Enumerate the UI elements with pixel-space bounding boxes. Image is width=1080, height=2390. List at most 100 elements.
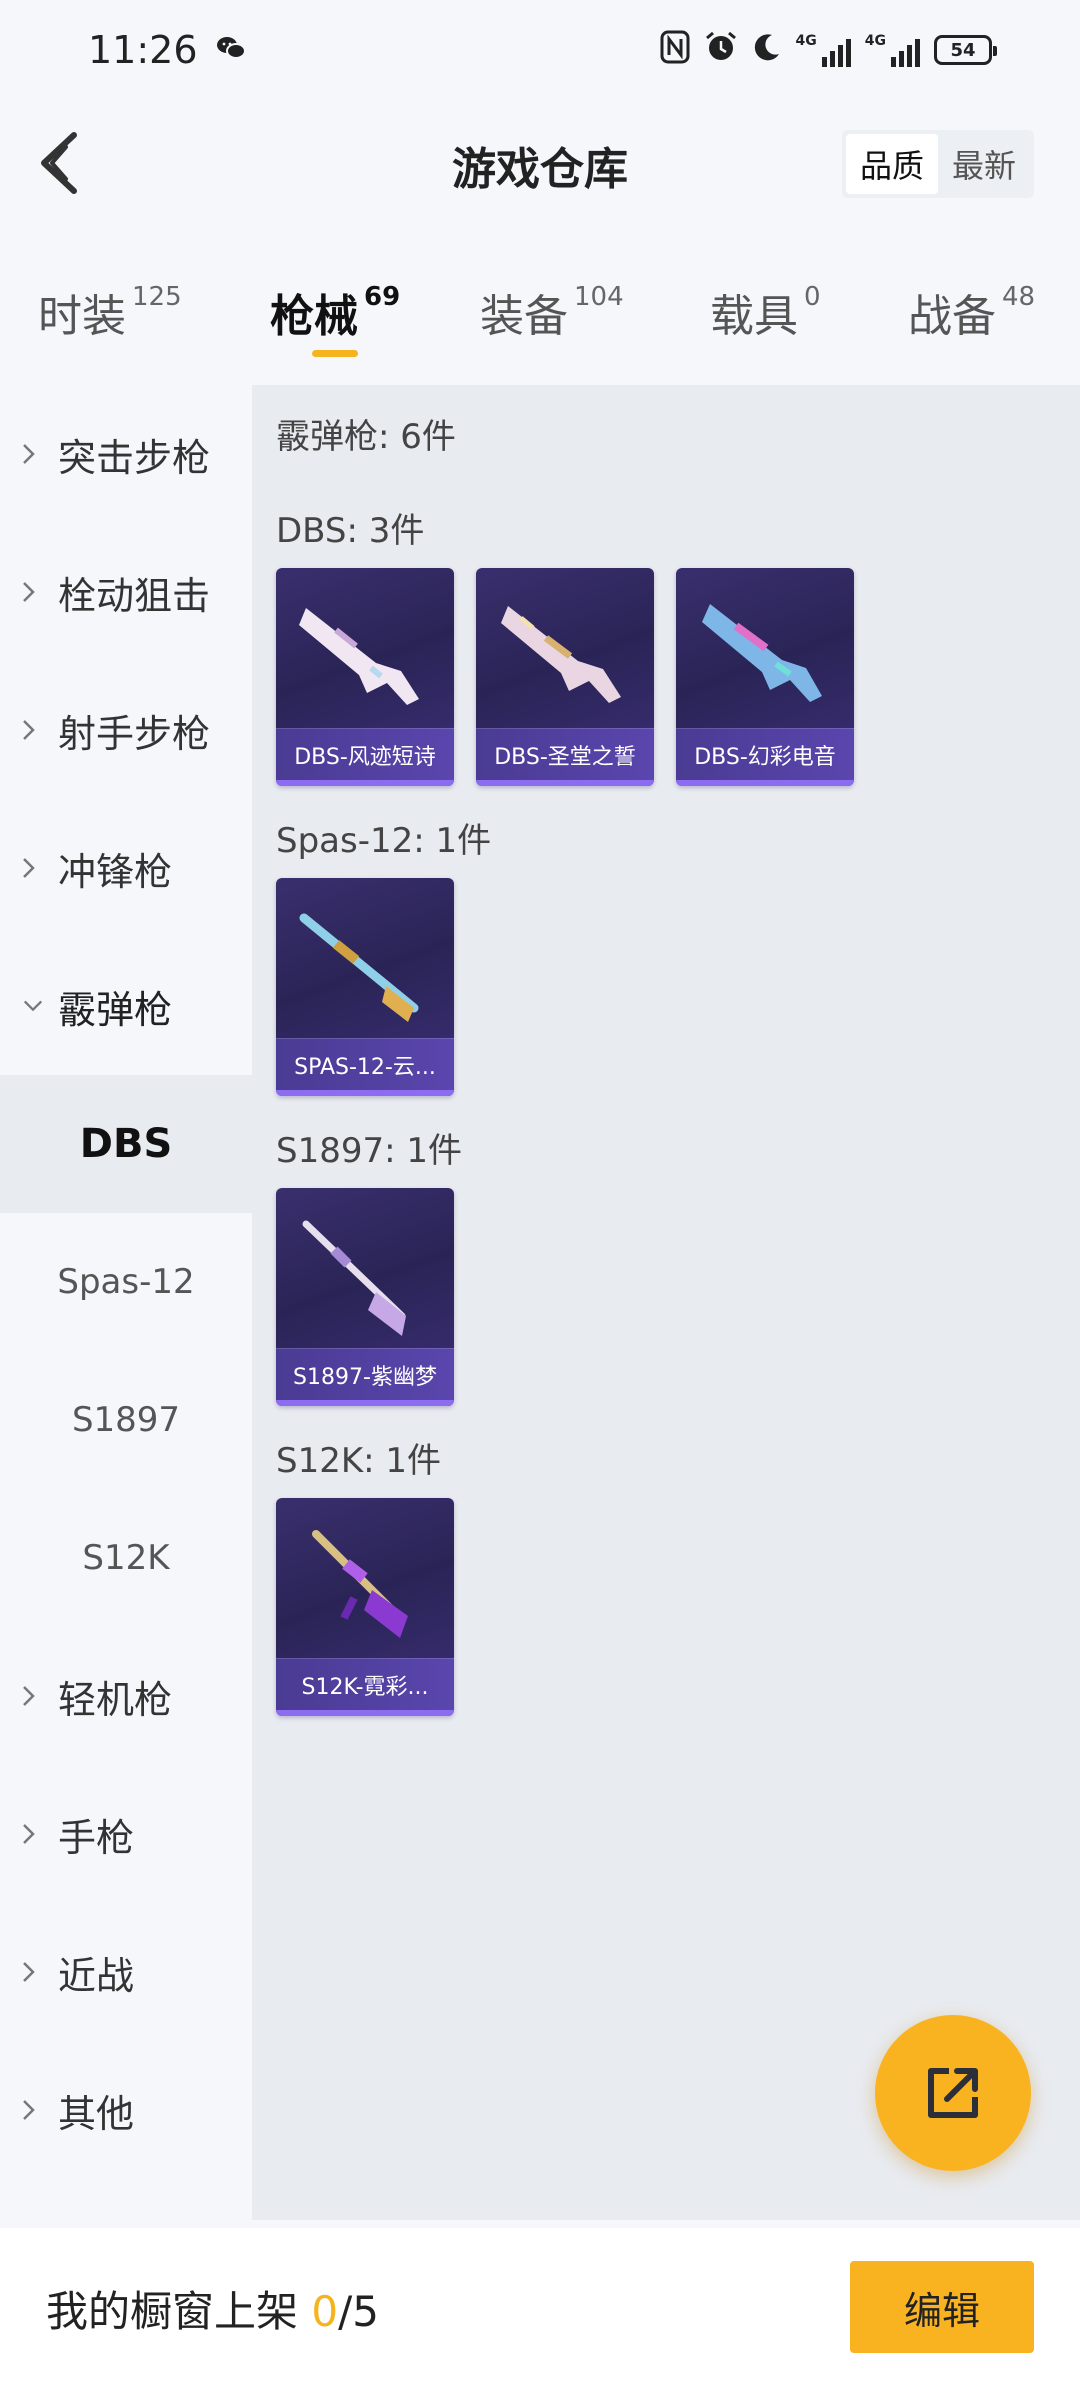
skin-name: DBS-圣堂之誓: [476, 728, 654, 780]
skin-card[interactable]: DBS-圣堂之誓: [476, 568, 654, 786]
sidebar-item-label: 冲锋枪: [58, 849, 173, 894]
showcase-max-count: 5: [352, 2287, 379, 2336]
skin-card[interactable]: S12K-霓彩...: [276, 1498, 454, 1716]
weapon-category-sidebar: 突击步枪 栓动狙击 射手步枪 冲锋枪 霰弹枪 DBS Spas-12 S1897…: [0, 385, 252, 2220]
showcase-label: 我的橱窗上架: [46, 2287, 299, 2336]
sidebar-item-label: 射手步枪: [58, 711, 211, 756]
skin-name: S1897-紫幽梦: [276, 1348, 454, 1400]
active-tab-indicator: [312, 350, 358, 357]
wechat-icon: [216, 35, 246, 65]
shotgun-skin-image: [299, 608, 419, 705]
page-title: 游戏仓库: [452, 144, 628, 195]
status-right: 4G 4G 54: [660, 30, 997, 70]
sidebar-subitem-spas12[interactable]: Spas-12: [0, 1213, 252, 1351]
chevron-right-icon: [22, 580, 44, 604]
shotgun-skin-image: [702, 604, 822, 702]
showcase-current-count: 0: [311, 2287, 339, 2336]
sidebar-item-label: 突击步枪: [58, 435, 211, 480]
sidebar-item-label: 栓动狙击: [58, 573, 211, 618]
signal-icon: 4G: [796, 33, 851, 67]
status-left: 11:26: [88, 28, 246, 72]
tab-label: 载具: [710, 291, 798, 342]
sidebar-subitem-dbs[interactable]: DBS: [0, 1075, 252, 1213]
sort-newest-option[interactable]: 最新: [938, 134, 1030, 194]
skin-card[interactable]: S1897-紫幽梦: [276, 1188, 454, 1406]
sort-quality-option[interactable]: 品质: [845, 134, 938, 194]
skin-card[interactable]: SPAS-12-云...: [276, 878, 454, 1096]
sidebar-item-assault-rifle[interactable]: 突击步枪: [0, 385, 252, 523]
shotgun-skin-image: [501, 606, 621, 703]
moon-icon: [752, 32, 782, 68]
external-share-icon: [928, 2068, 978, 2118]
app-header: 游戏仓库 品质 最新: [0, 100, 1080, 230]
shotgun-skin-image: [302, 1220, 406, 1336]
skin-name: S12K-霓彩...: [276, 1658, 454, 1710]
category-summary: 霰弹枪: 6件: [276, 417, 456, 457]
category-tabs: 时装 125 枪械 69 装备 104 载具 0 战备 48: [0, 250, 1080, 370]
shotgun-skin-image: [299, 913, 419, 1022]
chevron-left-icon: [41, 132, 77, 194]
tab-label: 时装: [38, 291, 126, 342]
skin-card[interactable]: DBS-幻彩电音: [676, 568, 854, 786]
skin-name: DBS-风迹短诗: [276, 728, 454, 780]
tab-count: 125: [132, 282, 182, 312]
sidebar-item-bolt-sniper[interactable]: 栓动狙击: [0, 523, 252, 661]
showcase-status: 我的橱窗上架 0/5: [46, 2278, 379, 2339]
tab-vehicles[interactable]: 载具 0: [710, 280, 821, 344]
status-time: 11:26: [88, 28, 198, 72]
sidebar-item-label: 其他: [58, 2091, 135, 2136]
tab-label: 枪械: [270, 291, 358, 342]
tab-fashion[interactable]: 时装 125: [38, 280, 182, 344]
sidebar-subitem-s12k[interactable]: S12K: [0, 1489, 252, 1627]
signal-icon-2: 4G: [865, 33, 920, 67]
sidebar-item-marksman-rifle[interactable]: 射手步枪: [0, 661, 252, 799]
group-title: S1897: 1件: [276, 1131, 463, 1171]
chevron-right-icon: [22, 718, 44, 742]
sidebar-item-smg[interactable]: 冲锋枪: [0, 799, 252, 937]
chevron-right-icon: [22, 1684, 44, 1708]
tab-label: 装备: [480, 291, 568, 342]
sidebar-item-lmg[interactable]: 轻机枪: [0, 1627, 252, 1765]
skin-name: DBS-幻彩电音: [676, 728, 854, 780]
chevron-right-icon: [22, 1822, 44, 1846]
sidebar-item-label: 霰弹枪: [58, 987, 173, 1032]
chevron-right-icon: [22, 442, 44, 466]
skin-name: SPAS-12-云...: [276, 1038, 454, 1090]
group-title: Spas-12: 1件: [276, 821, 492, 861]
nfc-icon: [660, 30, 690, 70]
sidebar-item-melee[interactable]: 近战: [0, 1903, 252, 2041]
edit-button[interactable]: 编辑: [850, 2261, 1034, 2353]
inventory-content: 霰弹枪: 6件 DBS: 3件 DBS-风迹短诗 DBS-圣堂之誓 DBS-幻彩…: [252, 385, 1080, 2220]
sidebar-subitem-s1897[interactable]: S1897: [0, 1351, 252, 1489]
chevron-down-icon: [22, 999, 44, 1013]
tab-count: 69: [364, 282, 401, 312]
battery-icon: 54: [934, 35, 997, 65]
shotgun-skin-image: [312, 1530, 408, 1638]
chevron-right-icon: [22, 1960, 44, 1984]
tab-supplies[interactable]: 战备 48: [908, 280, 1035, 344]
back-button[interactable]: [24, 128, 94, 198]
tab-count: 0: [804, 282, 821, 312]
tab-firearms[interactable]: 枪械 69: [270, 280, 400, 344]
skin-card[interactable]: DBS-风迹短诗: [276, 568, 454, 786]
chevron-right-icon: [22, 856, 44, 880]
alarm-icon: [704, 30, 738, 70]
sidebar-item-label: 近战: [58, 1953, 135, 1998]
sidebar-item-other[interactable]: 其他: [0, 2041, 252, 2179]
sidebar-item-label: 手枪: [58, 1815, 135, 1860]
share-button[interactable]: [875, 2015, 1031, 2171]
group-title: DBS: 3件: [276, 511, 425, 551]
tab-label: 战备: [908, 291, 996, 342]
showcase-separator: /: [338, 2287, 353, 2336]
status-bar: 11:26 4G 4G 54: [0, 0, 1080, 100]
tab-count: 48: [1002, 282, 1036, 312]
tab-equipment[interactable]: 装备 104: [480, 280, 624, 344]
chevron-right-icon: [22, 2098, 44, 2122]
sort-toggle: 品质 最新: [841, 130, 1034, 198]
tab-count: 104: [574, 282, 624, 312]
sidebar-item-pistol[interactable]: 手枪: [0, 1765, 252, 1903]
showcase-bar: 我的橱窗上架 0/5 编辑: [0, 2228, 1080, 2390]
sidebar-item-shotgun[interactable]: 霰弹枪: [0, 937, 252, 1075]
group-title: S12K: 1件: [276, 1441, 442, 1481]
sidebar-item-label: 轻机枪: [58, 1677, 173, 1722]
